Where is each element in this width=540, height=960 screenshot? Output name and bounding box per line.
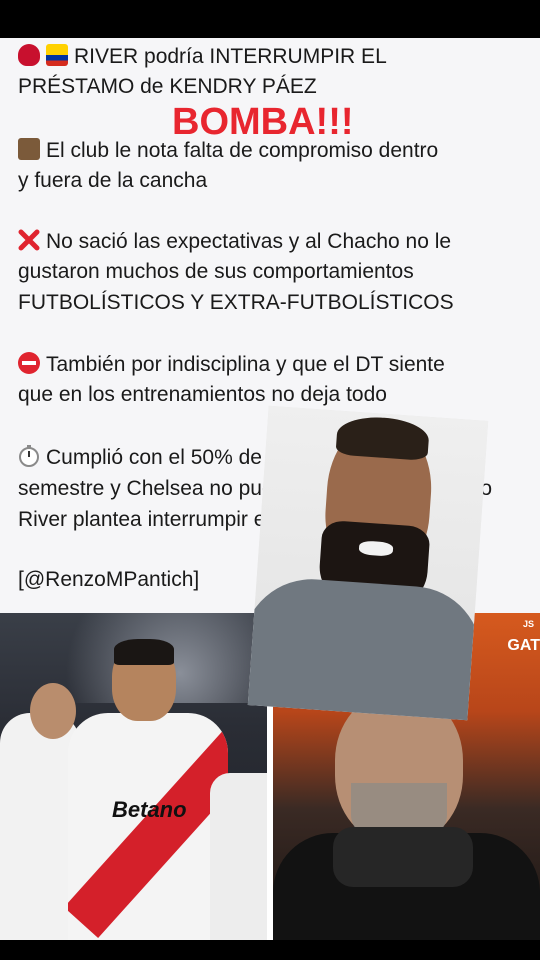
cross-mark-icon <box>18 229 40 251</box>
paragraph-3-line-2: que en los entrenamientos no deja todo <box>18 383 387 406</box>
club-icon <box>18 44 40 66</box>
paragraph-4-line-3: River plantea interrumpir el pr <box>18 508 295 531</box>
ecuador-flag-icon <box>46 44 68 66</box>
paragraph-3-line-1: También por indisciplina y que el DT sie… <box>18 352 445 378</box>
no-entry-icon <box>18 352 40 374</box>
bomba-overlay-text: BOMBA!!! <box>172 101 354 143</box>
corner-text: GAT <box>507 637 540 654</box>
top-black-bar <box>0 0 540 38</box>
paragraph-2-line-1: No sació las expectativas y al Chacho no… <box>18 229 451 255</box>
stopwatch-icon <box>18 445 40 467</box>
paragraph-3-text: También por indisciplina y que el DT sie… <box>46 353 445 376</box>
headline-line-1: RIVER podría INTERRUMPIR EL <box>18 44 387 70</box>
credit-handle: [@RenzoMPantich] <box>18 568 200 591</box>
paragraph-2-text: No sació las expectativas y al Chacho no… <box>46 230 452 253</box>
detective-icon <box>18 138 40 160</box>
headline-text-1: RIVER podría INTERRUMPIR EL <box>74 45 387 68</box>
paragraph-2-line-3: FUTBOLÍSTICOS Y EXTRA-FUTBOLÍSTICOS <box>18 291 454 314</box>
player-photo: Betano <box>0 613 267 940</box>
corner-badge: JS <box>522 619 534 629</box>
paragraph-4-line-2: semestre y Chelsea no puede <box>18 477 297 500</box>
jersey-sponsor: Betano <box>112 797 187 822</box>
reaction-video-overlay <box>247 405 489 721</box>
paragraph-1-line-2: y fuera de la cancha <box>18 169 208 192</box>
bottom-black-bar <box>0 940 540 960</box>
paragraph-2-line-2: gustaron muchos de sus comportamientos <box>18 260 414 283</box>
headline-line-2: PRÉSTAMO de KENDRY PÁEZ <box>18 75 317 98</box>
